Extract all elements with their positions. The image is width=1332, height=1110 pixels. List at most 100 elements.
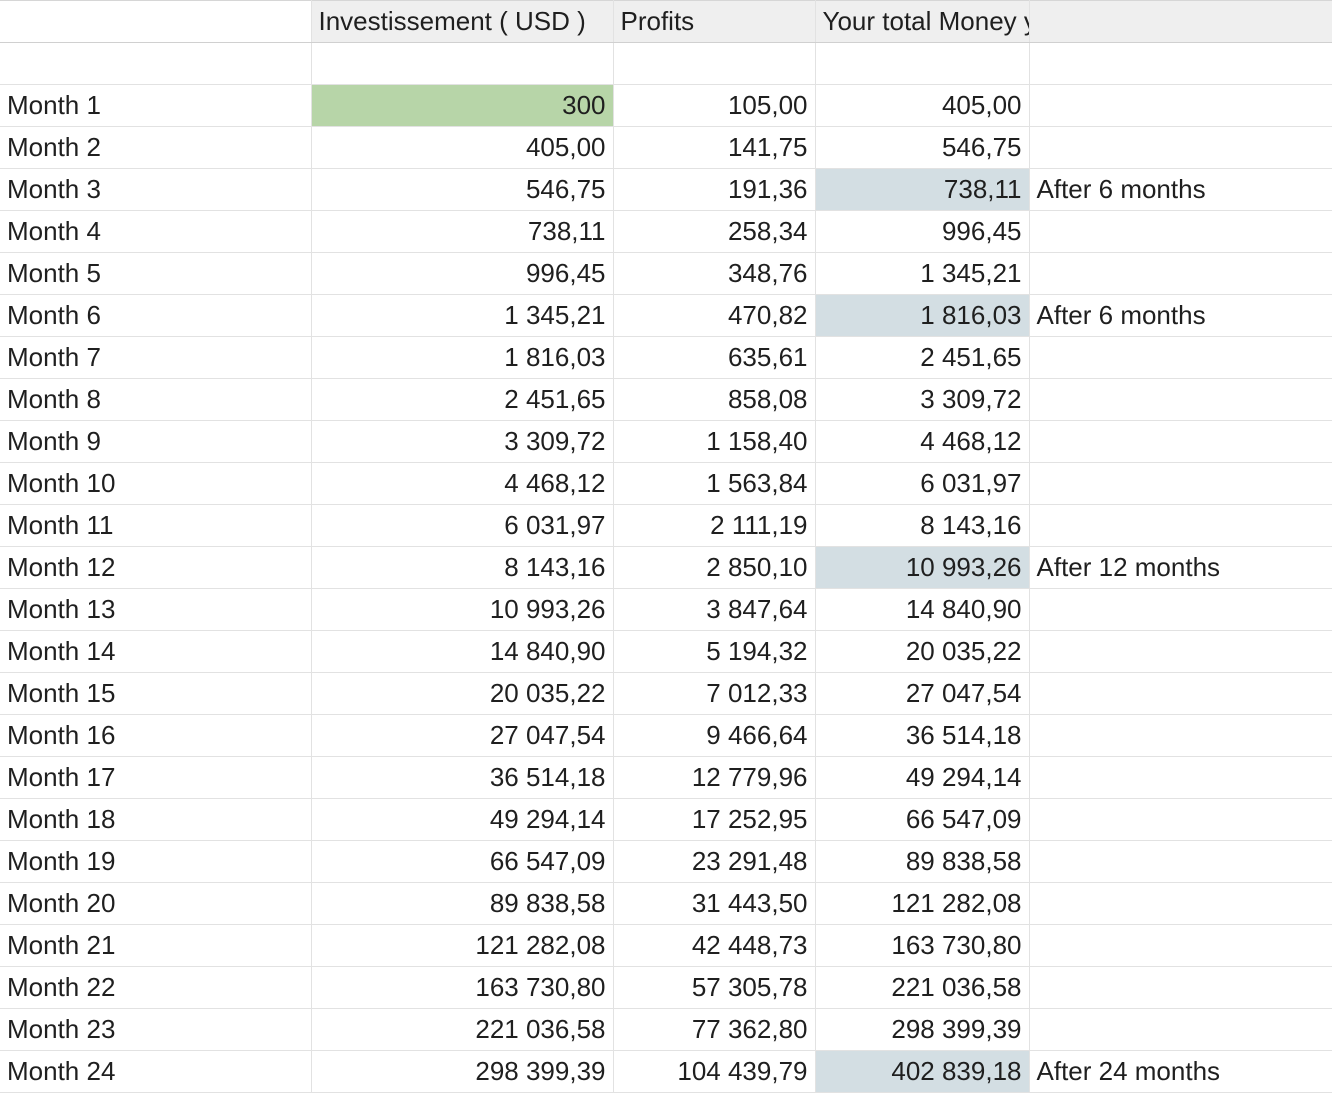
milestone-note-cell[interactable]: [1029, 798, 1332, 841]
profits-cell[interactable]: 17 252,95: [613, 798, 816, 841]
investment-cell[interactable]: 298 399,39: [311, 1050, 614, 1093]
milestone-note-cell[interactable]: [1029, 1008, 1332, 1051]
empty-cell[interactable]: [815, 42, 1030, 85]
milestone-note-cell[interactable]: [1029, 714, 1332, 757]
investment-cell[interactable]: 10 993,26: [311, 588, 614, 631]
month-label-cell[interactable]: Month 14: [0, 630, 312, 673]
investment-cell[interactable]: 221 036,58: [311, 1008, 614, 1051]
milestone-note-cell[interactable]: [1029, 252, 1332, 295]
total-cell[interactable]: 49 294,14: [815, 756, 1030, 799]
month-label-cell[interactable]: Month 16: [0, 714, 312, 757]
milestone-note-cell[interactable]: After 12 months: [1029, 546, 1332, 589]
empty-cell[interactable]: [613, 42, 816, 85]
month-label-cell[interactable]: Month 18: [0, 798, 312, 841]
milestone-note-cell[interactable]: [1029, 630, 1332, 673]
milestone-note-cell[interactable]: [1029, 756, 1332, 799]
empty-cell[interactable]: [1029, 42, 1332, 85]
month-label-cell[interactable]: Month 10: [0, 462, 312, 505]
total-cell[interactable]: 89 838,58: [815, 840, 1030, 883]
investment-cell[interactable]: 14 840,90: [311, 630, 614, 673]
milestone-note-cell[interactable]: After 6 months: [1029, 294, 1332, 337]
total-cell[interactable]: 36 514,18: [815, 714, 1030, 757]
profits-cell[interactable]: 23 291,48: [613, 840, 816, 883]
profits-cell[interactable]: 470,82: [613, 294, 816, 337]
header-cell-row-label[interactable]: [0, 0, 312, 43]
milestone-note-cell[interactable]: After 6 months: [1029, 168, 1332, 211]
profits-cell[interactable]: 12 779,96: [613, 756, 816, 799]
milestone-note-cell[interactable]: [1029, 504, 1332, 547]
investment-cell[interactable]: 300: [311, 84, 614, 127]
total-cell[interactable]: 10 993,26: [815, 546, 1030, 589]
profits-cell[interactable]: 57 305,78: [613, 966, 816, 1009]
profits-cell[interactable]: 105,00: [613, 84, 816, 127]
profits-cell[interactable]: 191,36: [613, 168, 816, 211]
milestone-note-cell[interactable]: [1029, 420, 1332, 463]
investment-cell[interactable]: 1 345,21: [311, 294, 614, 337]
month-label-cell[interactable]: Month 8: [0, 378, 312, 421]
total-cell[interactable]: 1 816,03: [815, 294, 1030, 337]
month-label-cell[interactable]: Month 23: [0, 1008, 312, 1051]
investment-cell[interactable]: 6 031,97: [311, 504, 614, 547]
total-cell[interactable]: 27 047,54: [815, 672, 1030, 715]
profits-cell[interactable]: 2 111,19: [613, 504, 816, 547]
milestone-note-cell[interactable]: [1029, 336, 1332, 379]
profits-cell[interactable]: 858,08: [613, 378, 816, 421]
investment-cell[interactable]: 2 451,65: [311, 378, 614, 421]
total-cell[interactable]: 1 345,21: [815, 252, 1030, 295]
milestone-note-cell[interactable]: [1029, 126, 1332, 169]
milestone-note-cell[interactable]: [1029, 84, 1332, 127]
total-cell[interactable]: 4 468,12: [815, 420, 1030, 463]
total-cell[interactable]: 14 840,90: [815, 588, 1030, 631]
profits-cell[interactable]: 77 362,80: [613, 1008, 816, 1051]
milestone-note-cell[interactable]: [1029, 882, 1332, 925]
profits-cell[interactable]: 7 012,33: [613, 672, 816, 715]
total-cell[interactable]: 8 143,16: [815, 504, 1030, 547]
total-cell[interactable]: 298 399,39: [815, 1008, 1030, 1051]
month-label-cell[interactable]: Month 3: [0, 168, 312, 211]
header-cell-profits[interactable]: Profits: [613, 0, 816, 43]
investment-cell[interactable]: 66 547,09: [311, 840, 614, 883]
profits-cell[interactable]: 31 443,50: [613, 882, 816, 925]
profits-cell[interactable]: 1 563,84: [613, 462, 816, 505]
total-cell[interactable]: 546,75: [815, 126, 1030, 169]
month-label-cell[interactable]: Month 9: [0, 420, 312, 463]
total-cell[interactable]: 121 282,08: [815, 882, 1030, 925]
profits-cell[interactable]: 348,76: [613, 252, 816, 295]
profits-cell[interactable]: 141,75: [613, 126, 816, 169]
total-cell[interactable]: 996,45: [815, 210, 1030, 253]
total-cell[interactable]: 3 309,72: [815, 378, 1030, 421]
total-cell[interactable]: 405,00: [815, 84, 1030, 127]
month-label-cell[interactable]: Month 17: [0, 756, 312, 799]
total-cell[interactable]: 738,11: [815, 168, 1030, 211]
milestone-note-cell[interactable]: After 24 months: [1029, 1050, 1332, 1093]
total-cell[interactable]: 6 031,97: [815, 462, 1030, 505]
profits-cell[interactable]: 258,34: [613, 210, 816, 253]
profits-cell[interactable]: 2 850,10: [613, 546, 816, 589]
month-label-cell[interactable]: Month 12: [0, 546, 312, 589]
investment-cell[interactable]: 20 035,22: [311, 672, 614, 715]
investment-cell[interactable]: 89 838,58: [311, 882, 614, 925]
profits-cell[interactable]: 104 439,79: [613, 1050, 816, 1093]
investment-cell[interactable]: 1 816,03: [311, 336, 614, 379]
milestone-note-cell[interactable]: [1029, 588, 1332, 631]
investment-cell[interactable]: 738,11: [311, 210, 614, 253]
month-label-cell[interactable]: Month 2: [0, 126, 312, 169]
header-cell-investment[interactable]: Investissement ( USD ): [311, 0, 614, 43]
empty-cell[interactable]: [311, 42, 614, 85]
month-label-cell[interactable]: Month 6: [0, 294, 312, 337]
milestone-note-cell[interactable]: [1029, 924, 1332, 967]
month-label-cell[interactable]: Month 20: [0, 882, 312, 925]
milestone-note-cell[interactable]: [1029, 840, 1332, 883]
investment-cell[interactable]: 163 730,80: [311, 966, 614, 1009]
total-cell[interactable]: 221 036,58: [815, 966, 1030, 1009]
month-label-cell[interactable]: Month 22: [0, 966, 312, 1009]
month-label-cell[interactable]: Month 11: [0, 504, 312, 547]
investment-cell[interactable]: 4 468,12: [311, 462, 614, 505]
investment-cell[interactable]: 405,00: [311, 126, 614, 169]
investment-cell[interactable]: 8 143,16: [311, 546, 614, 589]
profits-cell[interactable]: 9 466,64: [613, 714, 816, 757]
milestone-note-cell[interactable]: [1029, 672, 1332, 715]
milestone-note-cell[interactable]: [1029, 462, 1332, 505]
investment-cell[interactable]: 996,45: [311, 252, 614, 295]
investment-cell[interactable]: 546,75: [311, 168, 614, 211]
